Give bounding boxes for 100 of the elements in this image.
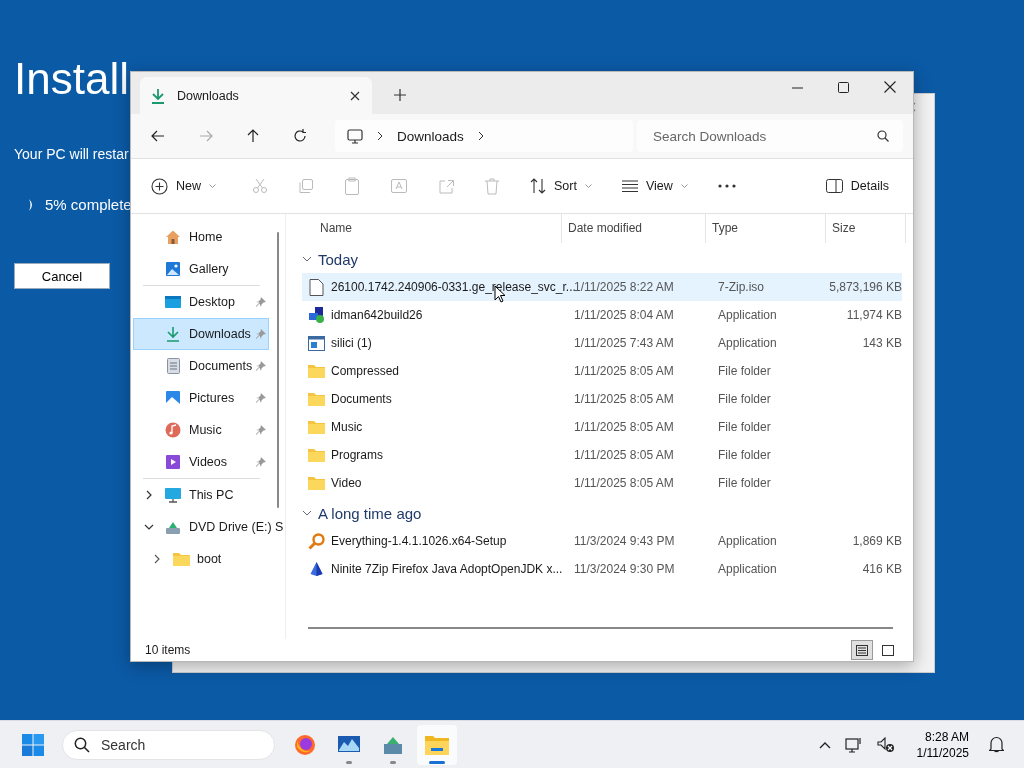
search-field[interactable]: Search Downloads	[637, 120, 903, 152]
folder-icon	[308, 392, 325, 406]
back-icon[interactable]	[151, 130, 165, 142]
column-header[interactable]: Name	[302, 214, 562, 243]
file-row[interactable]: silici (1) 1/11/2025 7:43 AM Application 143 KB	[302, 329, 902, 357]
size-cell-text: 143 KB	[861, 336, 902, 350]
up-icon[interactable]	[247, 129, 259, 143]
file-row[interactable]: Music 1/11/2025 8:05 AM File folder	[302, 413, 902, 441]
breadcrumb[interactable]: Downloads	[397, 128, 464, 144]
tab-title: Downloads	[177, 88, 240, 103]
file-name: Programs	[331, 448, 383, 462]
magnifier-icon	[308, 532, 325, 550]
file-row[interactable]: Ninite 7Zip Firefox Java AdoptOpenJDK x... 11/3/2024 9:30 PM Application 416 KB	[302, 555, 902, 583]
sidebar-item[interactable]: Gallery	[133, 253, 269, 285]
scrollbar[interactable]	[277, 232, 279, 508]
refresh-icon[interactable]	[293, 129, 307, 143]
view-toggle[interactable]	[851, 640, 873, 660]
sidebar-item[interactable]: Home	[133, 221, 269, 253]
window-tab[interactable]: Downloads	[140, 77, 372, 114]
group-header[interactable]: A long time ago	[302, 499, 913, 527]
size-cell: 5,873,196 KB	[828, 280, 902, 294]
chevron-icon[interactable]	[302, 509, 312, 517]
more-icon[interactable]	[717, 184, 736, 188]
sidebar-item[interactable]: Pictures	[133, 382, 269, 414]
file-row[interactable]: Compressed 1/11/2025 8:05 AM File folder	[302, 357, 902, 385]
cancel-button[interactable]: Cancel	[14, 263, 110, 289]
file-name: Everything-1.4.1.1026.x64-Setup	[331, 534, 507, 548]
bell-icon[interactable]	[989, 736, 1004, 753]
square-icon	[882, 644, 894, 656]
chevron-icon[interactable]	[152, 554, 162, 564]
maximize-icon[interactable]	[838, 81, 849, 93]
file-row[interactable]: Documents 1/11/2025 8:05 AM File folder	[302, 385, 902, 413]
date-cell-text: 11/3/2024 9:30 PM	[574, 562, 676, 576]
folder-icon	[424, 733, 450, 756]
folder-icon	[172, 552, 190, 566]
file-name: Music	[331, 420, 363, 434]
date-cell-text: 1/11/2025 8:22 AM	[574, 280, 675, 294]
date-cell-text: 1/11/2025 8:04 AM	[574, 308, 675, 322]
type-cell-text: Application	[718, 562, 778, 576]
column-header[interactable]: Size	[826, 214, 906, 243]
installer-icon	[308, 306, 325, 324]
caret-icon	[680, 184, 688, 188]
size-cell-text: 416 KB	[861, 562, 902, 576]
sidebar-item[interactable]: Desktop	[133, 286, 269, 318]
clock-time[interactable]: 8:28 AM	[924, 728, 969, 745]
view-button[interactable]: View	[621, 179, 688, 193]
file-row[interactable]: Everything-1.4.1.1026.x64-Setup 11/3/2024 9:43 PM Application 1,869 KB	[302, 527, 902, 555]
tree-item[interactable]: DVD Drive (E:) S	[133, 511, 285, 543]
chevron-icon	[477, 131, 484, 141]
size-cell-text: 11,974 KB	[845, 308, 902, 322]
file-name: Compressed	[331, 364, 400, 378]
details-button[interactable]: Details	[825, 179, 889, 193]
network-icon[interactable]	[844, 736, 863, 753]
column-header[interactable]: Date modified	[562, 214, 706, 243]
file-row[interactable]: 26100.1742.240906-0331.ge_release_svc_r...1/11/2025 8:22 AM 7-Zip.iso 5,873,196 KB	[302, 273, 902, 301]
group-header[interactable]: Today	[302, 245, 913, 273]
taskbar-search[interactable]: Search	[62, 729, 275, 760]
type-cell-text: Application	[718, 336, 778, 350]
sort-button[interactable]: Sort	[530, 178, 592, 194]
start-icon[interactable]	[22, 733, 44, 756]
clock-date[interactable]: 1/11/2025	[916, 744, 969, 761]
file-name: Ninite 7Zip Firefox Java AdoptOpenJDK x...	[331, 562, 563, 576]
address-bar[interactable]: Downloads	[335, 120, 633, 152]
sidebar-item[interactable]: Downloads	[133, 318, 269, 350]
muted-speaker-icon[interactable]	[876, 736, 895, 753]
file-row[interactable]: Video 1/11/2025 8:05 AM File folder	[302, 469, 902, 497]
file-name: 26100.1742.240906-0331.ge_release_svc_r...	[331, 280, 576, 294]
date-cell-text: 11/3/2024 9:43 PM	[574, 534, 676, 548]
panel-icon	[825, 179, 843, 193]
chevron-up-icon[interactable]	[818, 740, 831, 749]
download-icon	[166, 326, 180, 342]
tree-item[interactable]: This PC	[133, 479, 285, 511]
search-icon	[877, 130, 889, 142]
window-icon	[308, 335, 325, 351]
file-icon	[308, 278, 325, 296]
chevron-icon[interactable]	[302, 255, 312, 263]
chevron-icon[interactable]	[144, 490, 154, 500]
sidebar-item[interactable]: Documents	[133, 350, 269, 382]
sidebar-item[interactable]: Music	[133, 414, 269, 446]
file-row[interactable]: Programs 1/11/2025 8:05 AM File folder	[302, 441, 902, 469]
chevron-icon[interactable]	[144, 522, 154, 532]
close-icon[interactable]	[884, 81, 896, 93]
close-icon[interactable]	[350, 90, 360, 101]
type-cell-text: File folder	[718, 364, 772, 378]
new-button[interactable]: New	[151, 177, 216, 195]
browser-icon	[293, 732, 317, 757]
installer-title: Install	[14, 56, 129, 102]
date-cell-text: 1/11/2025 8:05 AM	[574, 364, 675, 378]
file-name: Documents	[331, 392, 392, 406]
sort-icon	[530, 178, 546, 194]
new-tab-icon[interactable]	[394, 89, 406, 101]
file-row[interactable]: idman642build26 1/11/2025 8:04 AM Application 11,974 KB	[302, 301, 902, 329]
scrollbar[interactable]	[308, 627, 893, 629]
column-header[interactable]: Type	[706, 214, 826, 243]
sidebar-item[interactable]: Videos	[133, 446, 269, 478]
tree-item[interactable]: boot	[133, 543, 285, 575]
taskbar-app[interactable]	[417, 724, 457, 765]
lines-icon	[621, 180, 638, 192]
document-icon	[166, 358, 180, 374]
progress-text: 5% complete	[45, 196, 132, 213]
